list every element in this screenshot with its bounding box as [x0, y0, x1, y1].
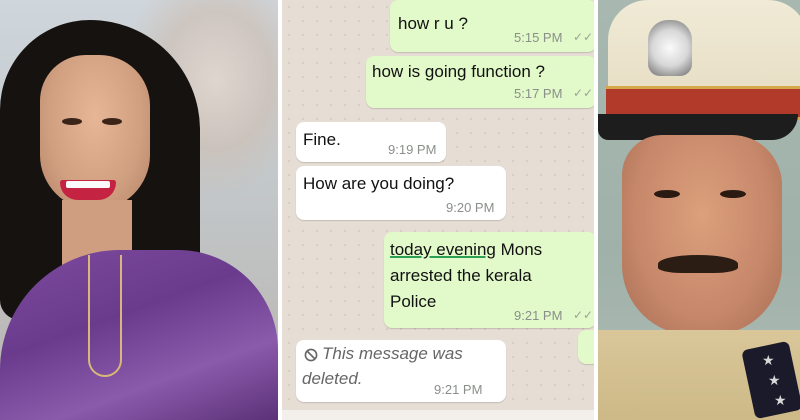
message-time: 5:15 PM	[514, 30, 563, 45]
message-bubble-outgoing: how is going function ? 5:17 PM ✓✓	[366, 56, 594, 108]
message-text: how is going function ?	[372, 62, 545, 81]
message-text-line-1: today evening Mons	[390, 240, 542, 260]
message-bubble-outgoing: how r u ? 5:15 PM ✓✓	[390, 0, 594, 52]
message-time: 9:21 PM	[434, 382, 483, 397]
star-icon: ★	[774, 392, 787, 408]
left-eye	[62, 118, 82, 125]
message-text: Fine.	[303, 130, 341, 149]
teeth	[66, 181, 110, 188]
ban-icon	[304, 348, 318, 362]
delivered-ticks-icon: ✓✓	[573, 30, 594, 44]
right-eye	[102, 118, 122, 125]
underlined-phrase: today evening	[390, 240, 496, 259]
right-photo-officer: ★ ★ ★	[598, 0, 800, 420]
moustache	[658, 255, 738, 273]
face	[622, 135, 782, 335]
chat-screenshot: how r u ? 5:15 PM ✓✓ how is going functi…	[282, 0, 594, 420]
message-text-line-2: arrested the kerala	[390, 266, 532, 285]
message-time: 9:20 PM	[446, 200, 495, 215]
message-text: How are you doing?	[303, 174, 455, 193]
message-text: how r u ?	[398, 14, 468, 33]
message-bubble-incoming: Fine. 9:19 PM	[296, 122, 446, 162]
star-icon: ★	[768, 372, 781, 388]
cap-badge-icon	[648, 20, 692, 76]
message-bubble-deleted: This message was deleted. 9:21 PM	[296, 340, 506, 402]
message-bubble-outgoing: today evening Mons arrested the kerala P…	[384, 232, 594, 328]
partial-message-bubble	[578, 330, 594, 364]
message-time: 9:19 PM	[388, 142, 437, 157]
right-eye	[720, 190, 746, 198]
message-bubble-incoming: How are you doing? 9:20 PM	[296, 166, 506, 220]
deleted-message-text-line-1: This message was	[322, 344, 463, 363]
left-eye	[654, 190, 680, 198]
chat-input-bar-partial	[282, 410, 594, 420]
message-text-continued: Mons	[495, 240, 543, 259]
star-icon: ★	[762, 352, 775, 368]
necklace	[88, 255, 122, 377]
delivered-ticks-icon: ✓✓	[573, 308, 594, 322]
deleted-message-text-line-2: deleted.	[302, 369, 363, 388]
message-time: 5:17 PM	[514, 86, 563, 101]
delivered-ticks-icon: ✓✓	[573, 86, 594, 100]
left-photo-woman	[0, 0, 278, 420]
message-time: 9:21 PM	[514, 308, 563, 323]
message-text-line-3: Police	[390, 292, 437, 311]
